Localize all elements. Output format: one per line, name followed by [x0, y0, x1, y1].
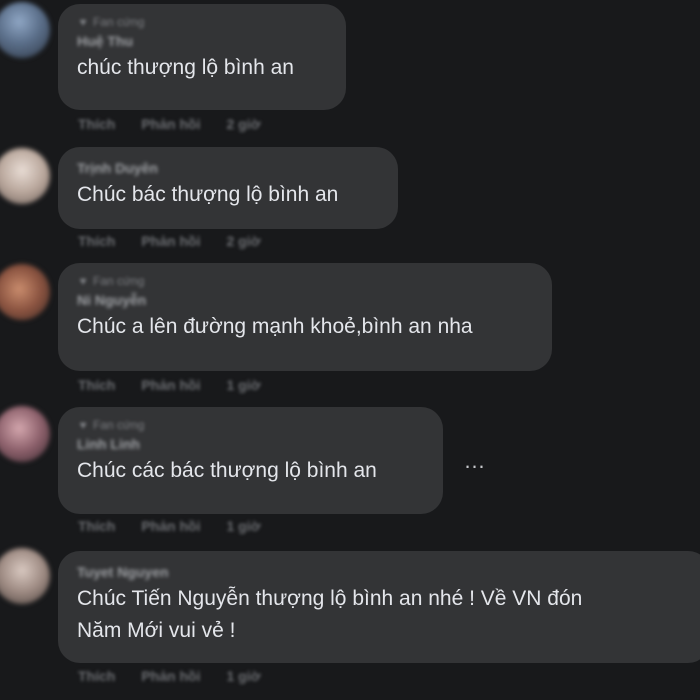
like-button[interactable]: Thích	[78, 116, 115, 132]
comment-time[interactable]: 2 giờ	[226, 116, 260, 132]
fan-badge-icon: ♥	[79, 418, 87, 432]
reply-button[interactable]: Phản hồi	[141, 377, 200, 393]
avatar[interactable]	[0, 148, 50, 204]
comment-text: Chúc Tiến Nguyễn thượng lộ bình an nhé !…	[77, 587, 583, 610]
comment-text: Chúc bác thượng lộ bình an	[77, 183, 339, 206]
like-button[interactable]: Thích	[78, 233, 115, 249]
comment-bubble: ♥ Fan cứng Linh Linh Chúc các bác thượng …	[58, 407, 443, 514]
avatar[interactable]	[0, 264, 50, 320]
comment-bubble: ♥ Fan cứng Ni Nguyễn Chúc a lên đường mạn…	[58, 263, 552, 371]
comment-text: Chúc các bác thượng lộ bình an	[77, 459, 377, 482]
comment-thread: ♥ Fan cứng Huệ Thu chúc thượng lộ bình an…	[0, 0, 700, 700]
comment-actions: Thích Phản hồi 1 giờ	[78, 518, 287, 534]
more-options-icon[interactable]: …	[458, 446, 492, 476]
comment-actions: Thích Phản hồi 2 giờ	[78, 233, 287, 249]
comment-bubble: Tuyet Nguyen Chúc Tiến Nguyễn thượng lộ …	[58, 551, 700, 663]
avatar[interactable]	[0, 2, 50, 58]
comment-author[interactable]: Ni Nguyễn	[77, 289, 534, 311]
comment-bubble: Trịnh Duyên Chúc bác thượng lộ bình an	[58, 147, 398, 229]
like-button[interactable]: Thích	[78, 377, 115, 393]
comment-actions: Thích Phản hồi 1 giờ	[78, 668, 287, 684]
fan-badge-icon: ♥	[79, 15, 87, 29]
badge-label: Fan cứng	[93, 418, 145, 432]
comment-time[interactable]: 1 giờ	[226, 668, 260, 684]
reply-button[interactable]: Phản hồi	[141, 116, 200, 132]
comment-actions: Thích Phản hồi 2 giờ	[78, 116, 287, 132]
badge-label: Fan cứng	[93, 274, 145, 288]
avatar[interactable]	[0, 548, 50, 604]
comment-author[interactable]: Huệ Thu	[77, 30, 328, 52]
like-button[interactable]: Thích	[78, 518, 115, 534]
comment-text: Năm Mới vui vẻ !	[77, 619, 236, 642]
comment-author[interactable]: Tuyet Nguyen	[77, 561, 692, 583]
comment-author[interactable]: Trịnh Duyên	[77, 157, 380, 179]
comment-text: chúc thượng lộ bình an	[77, 56, 294, 79]
avatar[interactable]	[0, 406, 50, 462]
comment-author[interactable]: Linh Linh	[77, 433, 425, 455]
like-button[interactable]: Thích	[78, 668, 115, 684]
badge-label: Fan cứng	[93, 15, 145, 29]
comment-time[interactable]: 2 giờ	[226, 233, 260, 249]
comment-time[interactable]: 1 giờ	[226, 518, 260, 534]
fan-badge: ♥ Fan cứng	[77, 14, 328, 30]
comment-text: Chúc a lên đường mạnh khoẻ,bình an nha	[77, 315, 473, 338]
comment-time[interactable]: 1 giờ	[226, 377, 260, 393]
fan-badge: ♥ Fan cứng	[77, 273, 534, 289]
fan-badge: ♥ Fan cứng	[77, 417, 425, 433]
reply-button[interactable]: Phản hồi	[141, 518, 200, 534]
reply-button[interactable]: Phản hồi	[141, 233, 200, 249]
fan-badge-icon: ♥	[79, 274, 87, 288]
comment-bubble: ♥ Fan cứng Huệ Thu chúc thượng lộ bình an	[58, 4, 346, 110]
reply-button[interactable]: Phản hồi	[141, 668, 200, 684]
comment-actions: Thích Phản hồi 1 giờ	[78, 377, 287, 393]
